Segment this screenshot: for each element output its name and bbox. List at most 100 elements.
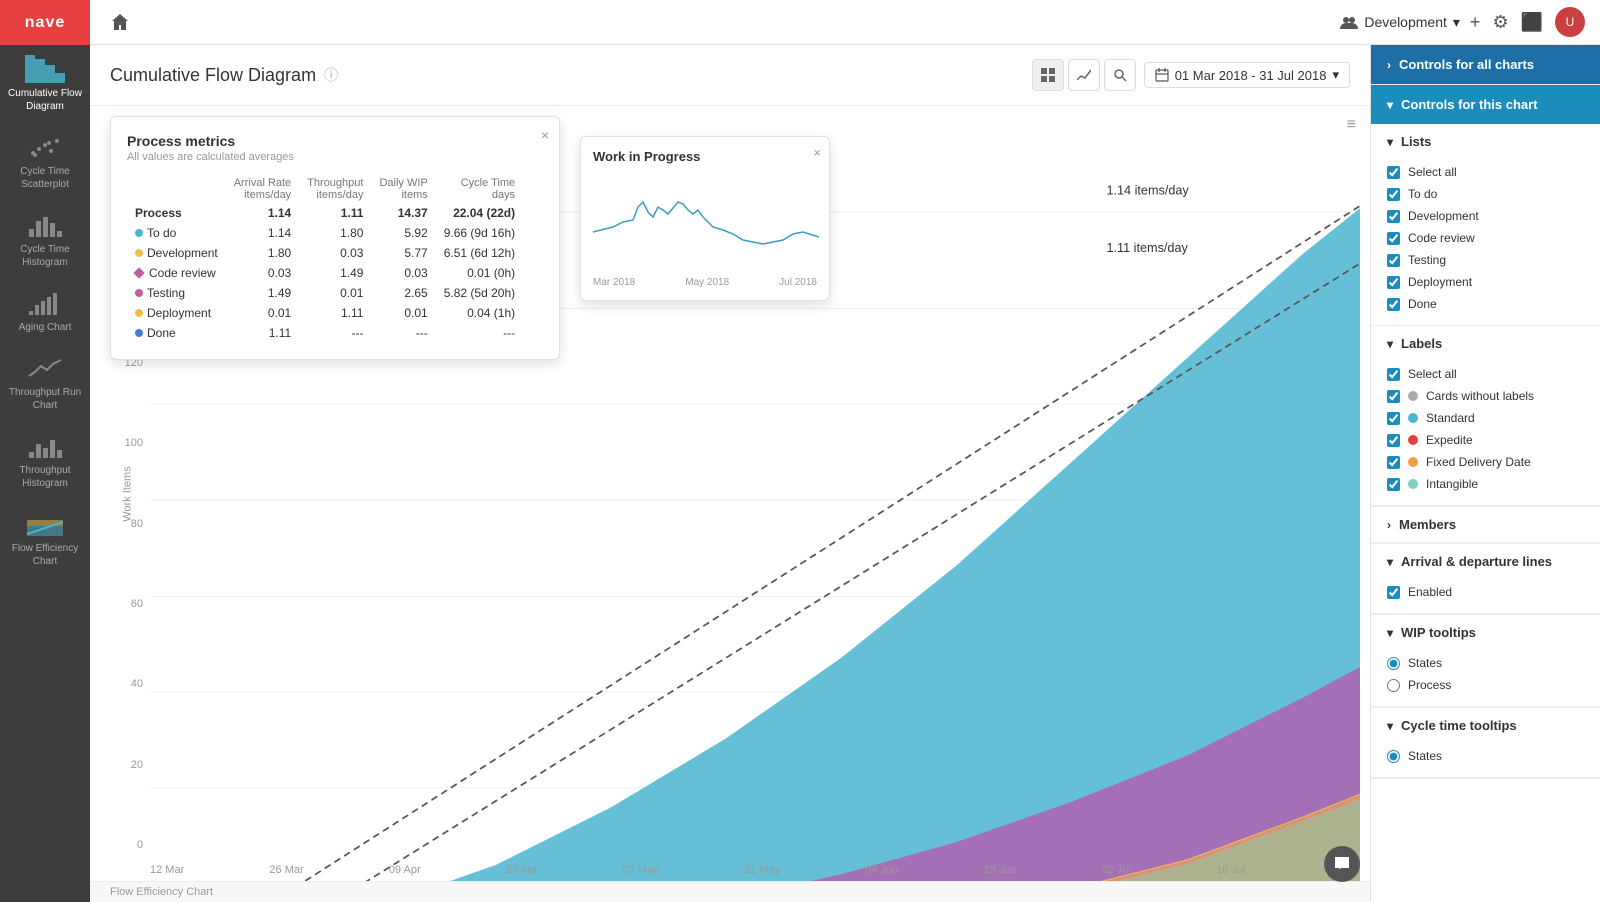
lists-header[interactable]: ▾ Lists [1371, 124, 1600, 155]
cfd-icon [25, 55, 65, 83]
row-done-arrival: 1.11 [226, 323, 299, 343]
label-intangible[interactable]: Intangible [1387, 473, 1584, 495]
list-development-checkbox[interactable] [1387, 210, 1400, 223]
list-done[interactable]: Done [1387, 293, 1584, 315]
wip-states-radio-input[interactable] [1387, 657, 1400, 670]
list-select-all-checkbox[interactable] [1387, 166, 1400, 179]
row-dev-arrival: 1.80 [226, 243, 299, 263]
label-no-labels[interactable]: Cards without labels [1387, 385, 1584, 407]
grid-view-button[interactable] [1032, 59, 1064, 91]
team-selector[interactable]: Development ▾ [1340, 14, 1460, 31]
label-intangible-text: Intangible [1426, 477, 1478, 491]
label-select-all[interactable]: Select all [1387, 363, 1584, 385]
label-intangible-checkbox[interactable] [1387, 478, 1400, 491]
list-development[interactable]: Development [1387, 205, 1584, 227]
table-row: Done 1.11 --- --- --- [127, 323, 523, 343]
monitor-icon[interactable]: ⬛ [1521, 12, 1543, 33]
row-process-arrival: 1.14 [226, 203, 299, 223]
list-deployment[interactable]: Deployment [1387, 271, 1584, 293]
chart-info-icon[interactable]: ⓘ [324, 65, 338, 85]
list-todo[interactable]: To do [1387, 183, 1584, 205]
label-fixed-delivery[interactable]: Fixed Delivery Date [1387, 451, 1584, 473]
lists-content: Select all To do Development Code r [1371, 155, 1600, 325]
controls-all-header[interactable]: › Controls for all charts [1371, 45, 1600, 84]
row-testing-cycle: 5.82 (5d 20h) [436, 283, 523, 303]
label-no-labels-checkbox[interactable] [1387, 390, 1400, 403]
sidebar-item-throughput-run[interactable]: Throughput Run Chart [0, 344, 90, 422]
labels-header[interactable]: ▾ Labels [1371, 326, 1600, 357]
sidebar-item-cycle-scatter[interactable]: Cycle Time Scatterplot [0, 123, 90, 201]
members-label: Members [1399, 517, 1456, 532]
row-deploy-name: Deployment [127, 303, 226, 323]
list-done-checkbox[interactable] [1387, 298, 1400, 311]
content-area: Cumulative Flow Diagram ⓘ [90, 45, 1600, 902]
sidebar-item-flow-efficiency[interactable]: Flow Efficiency Chart [0, 500, 90, 578]
wip-process-radio-input[interactable] [1387, 679, 1400, 692]
date-range-button[interactable]: 01 Mar 2018 - 31 Jul 2018 ▾ [1144, 62, 1350, 88]
wip-tooltips-header[interactable]: ▾ WIP tooltips [1371, 615, 1600, 646]
search-view-button[interactable] [1104, 59, 1136, 91]
home-button[interactable] [105, 7, 135, 37]
row-testing-wip: 2.65 [371, 283, 435, 303]
sidebar-item-cycle-scatter-label: Cycle Time Scatterplot [5, 165, 85, 191]
app-logo[interactable]: nave [0, 0, 90, 45]
sidebar-item-cycle-hist[interactable]: Cycle Time Histogram [0, 201, 90, 279]
label-standard[interactable]: Standard [1387, 407, 1584, 429]
row-deploy-wip: 0.01 [371, 303, 435, 323]
chart-view-buttons [1032, 59, 1136, 91]
controls-this-header[interactable]: ▾ Controls for this chart [1371, 85, 1600, 124]
process-metrics-title: Process metrics [127, 133, 543, 149]
list-todo-checkbox[interactable] [1387, 188, 1400, 201]
label-standard-dot [1408, 413, 1418, 423]
gear-icon[interactable]: ⚙ [1492, 12, 1508, 33]
line-view-button[interactable] [1068, 59, 1100, 91]
plus-icon[interactable]: + [1470, 12, 1481, 33]
user-avatar[interactable]: U [1555, 7, 1585, 37]
list-deployment-checkbox[interactable] [1387, 276, 1400, 289]
wip-tooltips-content: States Process [1371, 646, 1600, 706]
label-standard-checkbox[interactable] [1387, 412, 1400, 425]
list-code-review-checkbox[interactable] [1387, 232, 1400, 245]
process-metrics-close-button[interactable]: × [541, 127, 549, 143]
sidebar-item-cfd[interactable]: Cumulative Flow Diagram [0, 45, 90, 123]
arrival-enabled[interactable]: Enabled [1387, 581, 1584, 603]
cycle-time-states-radio-input[interactable] [1387, 750, 1400, 763]
process-metrics-subtitle: All values are calculated averages [127, 151, 543, 163]
label-expedite-text: Expedite [1426, 433, 1473, 447]
label-fixed-delivery-checkbox[interactable] [1387, 456, 1400, 469]
wip-process-radio[interactable]: Process [1387, 674, 1584, 696]
row-done-throughput: --- [299, 323, 371, 343]
list-code-review[interactable]: Code review [1387, 227, 1584, 249]
arrival-enabled-checkbox[interactable] [1387, 586, 1400, 599]
topnav-actions: + ⚙ ⬛ U [1470, 7, 1585, 37]
wip-close-button[interactable]: × [813, 145, 821, 160]
y-label-100: 100 [125, 437, 143, 449]
x-label-9: 16 Jul [1216, 864, 1245, 876]
row-todo-arrival: 1.14 [226, 223, 299, 243]
arrival-departure-header[interactable]: ▾ Arrival & departure lines [1371, 544, 1600, 575]
sidebar-item-throughput-hist[interactable]: Throughput Histogram [0, 422, 90, 500]
wip-states-radio[interactable]: States [1387, 652, 1584, 674]
sidebar-item-aging[interactable]: Aging Chart [0, 279, 90, 344]
row-process-throughput: 1.11 [299, 203, 371, 223]
cycle-time-tooltips-content: States [1371, 739, 1600, 777]
chart-more-options-button[interactable]: ≡ [1347, 116, 1356, 134]
cycle-time-tooltips-header[interactable]: ▾ Cycle time tooltips [1371, 708, 1600, 739]
chart-area: Cumulative Flow Diagram ⓘ [90, 45, 1370, 902]
label-expedite[interactable]: Expedite [1387, 429, 1584, 451]
list-testing-label: Testing [1408, 253, 1446, 267]
cycle-time-states-radio[interactable]: States [1387, 745, 1584, 767]
label-expedite-checkbox[interactable] [1387, 434, 1400, 447]
row-cr-cycle: 0.01 (0h) [436, 263, 523, 283]
arrival-departure-chevron-icon: ▾ [1387, 555, 1393, 569]
lists-label: Lists [1401, 134, 1431, 149]
label-standard-text: Standard [1426, 411, 1475, 425]
list-testing[interactable]: Testing [1387, 249, 1584, 271]
x-axis: 12 Mar 26 Mar 09 Apr 23 Apr 07 May 21 Ma… [150, 864, 1360, 876]
members-header[interactable]: › Members [1371, 507, 1600, 542]
list-testing-checkbox[interactable] [1387, 254, 1400, 267]
list-select-all[interactable]: Select all [1387, 161, 1584, 183]
label-select-all-checkbox[interactable] [1387, 368, 1400, 381]
chat-button[interactable] [1324, 846, 1360, 882]
y-label-80: 80 [131, 518, 143, 530]
